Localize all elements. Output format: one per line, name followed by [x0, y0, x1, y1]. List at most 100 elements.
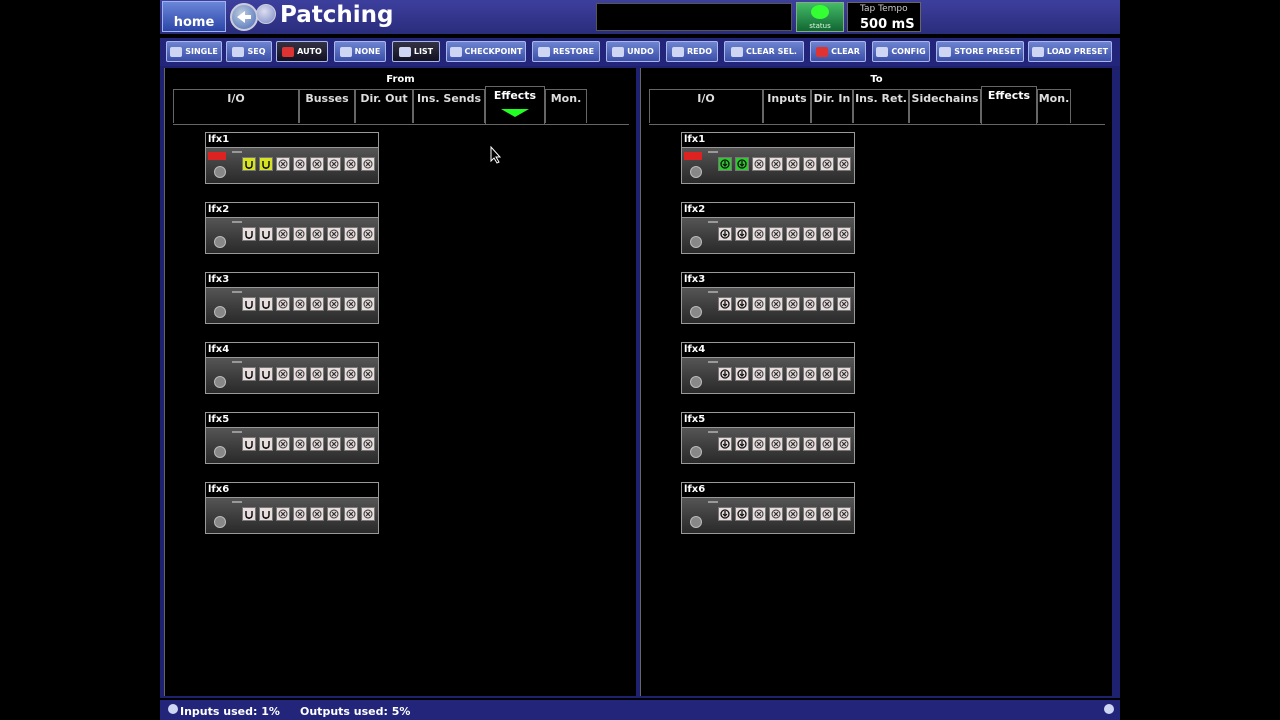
unavailable-port[interactable]: [310, 507, 324, 521]
unavailable-port[interactable]: [752, 297, 766, 311]
connector-port[interactable]: [242, 437, 256, 451]
unavailable-port[interactable]: [361, 157, 375, 171]
to-tab-inputs[interactable]: Inputs: [763, 89, 811, 123]
load-preset-button[interactable]: LOAD PRESET: [1028, 41, 1112, 62]
seq-button[interactable]: SEQ: [226, 41, 272, 62]
expand-knob-icon[interactable]: [214, 376, 226, 388]
unavailable-port[interactable]: [769, 367, 783, 381]
unavailable-port[interactable]: [769, 157, 783, 171]
unavailable-port[interactable]: [310, 227, 324, 241]
connector-port[interactable]: [718, 227, 732, 241]
unavailable-port[interactable]: [837, 297, 851, 311]
none-button[interactable]: NONE: [334, 41, 386, 62]
expand-knob-icon[interactable]: [690, 446, 702, 458]
clear-selection-button[interactable]: CLEAR SEL.: [724, 41, 804, 62]
connector-port[interactable]: [242, 157, 256, 171]
unavailable-port[interactable]: [344, 297, 358, 311]
unavailable-port[interactable]: [293, 367, 307, 381]
to-tab-mon[interactable]: Mon.: [1037, 89, 1071, 123]
unavailable-port[interactable]: [361, 367, 375, 381]
connector-port[interactable]: [259, 157, 273, 171]
unavailable-port[interactable]: [344, 157, 358, 171]
expand-knob-icon[interactable]: [690, 376, 702, 388]
unavailable-port[interactable]: [786, 297, 800, 311]
connector-port[interactable]: [735, 297, 749, 311]
unavailable-port[interactable]: [769, 507, 783, 521]
unavailable-port[interactable]: [803, 297, 817, 311]
unavailable-port[interactable]: [769, 297, 783, 311]
connector-port[interactable]: [718, 367, 732, 381]
config-button[interactable]: CONFIG: [872, 41, 930, 62]
forward-button[interactable]: [256, 4, 276, 24]
unavailable-port[interactable]: [837, 507, 851, 521]
unavailable-port[interactable]: [344, 507, 358, 521]
unavailable-port[interactable]: [820, 507, 834, 521]
checkpoint-button[interactable]: CHECKPOINT: [446, 41, 526, 62]
connector-port[interactable]: [259, 367, 273, 381]
connector-port[interactable]: [242, 227, 256, 241]
unavailable-port[interactable]: [293, 437, 307, 451]
unavailable-port[interactable]: [820, 437, 834, 451]
unavailable-port[interactable]: [820, 367, 834, 381]
connector-port[interactable]: [259, 227, 273, 241]
unavailable-port[interactable]: [293, 507, 307, 521]
unavailable-port[interactable]: [820, 227, 834, 241]
unavailable-port[interactable]: [293, 157, 307, 171]
clear-button[interactable]: CLEAR: [810, 41, 866, 62]
unavailable-port[interactable]: [276, 297, 290, 311]
connector-port[interactable]: [242, 367, 256, 381]
from-tab-busses[interactable]: Busses: [299, 89, 355, 123]
connector-port[interactable]: [735, 157, 749, 171]
connector-port[interactable]: [735, 507, 749, 521]
unavailable-port[interactable]: [293, 297, 307, 311]
unavailable-port[interactable]: [752, 507, 766, 521]
to-tab-sidechains[interactable]: Sidechains: [909, 89, 981, 123]
expand-knob-icon[interactable]: [214, 516, 226, 528]
expand-knob-icon[interactable]: [690, 516, 702, 528]
from-tab-ins-sends[interactable]: Ins. Sends: [413, 89, 485, 123]
from-tab-dir-out[interactable]: Dir. Out: [355, 89, 413, 123]
connector-port[interactable]: [259, 437, 273, 451]
unavailable-port[interactable]: [803, 367, 817, 381]
unavailable-port[interactable]: [837, 437, 851, 451]
store-preset-button[interactable]: STORE PRESET: [936, 41, 1024, 62]
connector-port[interactable]: [735, 437, 749, 451]
expand-knob-icon[interactable]: [214, 166, 226, 178]
expand-knob-icon[interactable]: [690, 166, 702, 178]
unavailable-port[interactable]: [820, 297, 834, 311]
expand-knob-icon[interactable]: [214, 236, 226, 248]
unavailable-port[interactable]: [276, 157, 290, 171]
home-button[interactable]: home: [162, 1, 226, 32]
list-button[interactable]: LIST: [392, 41, 440, 62]
connector-port[interactable]: [259, 297, 273, 311]
unavailable-port[interactable]: [344, 227, 358, 241]
unavailable-port[interactable]: [344, 367, 358, 381]
unavailable-port[interactable]: [752, 437, 766, 451]
expand-knob-icon[interactable]: [214, 446, 226, 458]
unavailable-port[interactable]: [361, 437, 375, 451]
unavailable-port[interactable]: [310, 437, 324, 451]
unavailable-port[interactable]: [786, 157, 800, 171]
unavailable-port[interactable]: [327, 367, 341, 381]
connector-port[interactable]: [735, 227, 749, 241]
unavailable-port[interactable]: [327, 437, 341, 451]
unavailable-port[interactable]: [752, 227, 766, 241]
unavailable-port[interactable]: [820, 157, 834, 171]
unavailable-port[interactable]: [837, 227, 851, 241]
from-tab-mon[interactable]: Mon.: [545, 89, 587, 123]
unavailable-port[interactable]: [769, 437, 783, 451]
unavailable-port[interactable]: [786, 227, 800, 241]
expand-knob-icon[interactable]: [214, 306, 226, 318]
unavailable-port[interactable]: [769, 227, 783, 241]
unavailable-port[interactable]: [344, 437, 358, 451]
from-tab-effects[interactable]: Effects: [485, 86, 545, 124]
restore-button[interactable]: RESTORE: [532, 41, 600, 62]
unavailable-port[interactable]: [803, 507, 817, 521]
tap-tempo-display[interactable]: Tap Tempo 500 mS: [847, 2, 921, 32]
unavailable-port[interactable]: [803, 157, 817, 171]
status-gear-icon[interactable]: [168, 704, 178, 714]
unavailable-port[interactable]: [327, 507, 341, 521]
unavailable-port[interactable]: [752, 367, 766, 381]
to-tab-dir-in[interactable]: Dir. In: [811, 89, 853, 123]
unavailable-port[interactable]: [293, 227, 307, 241]
